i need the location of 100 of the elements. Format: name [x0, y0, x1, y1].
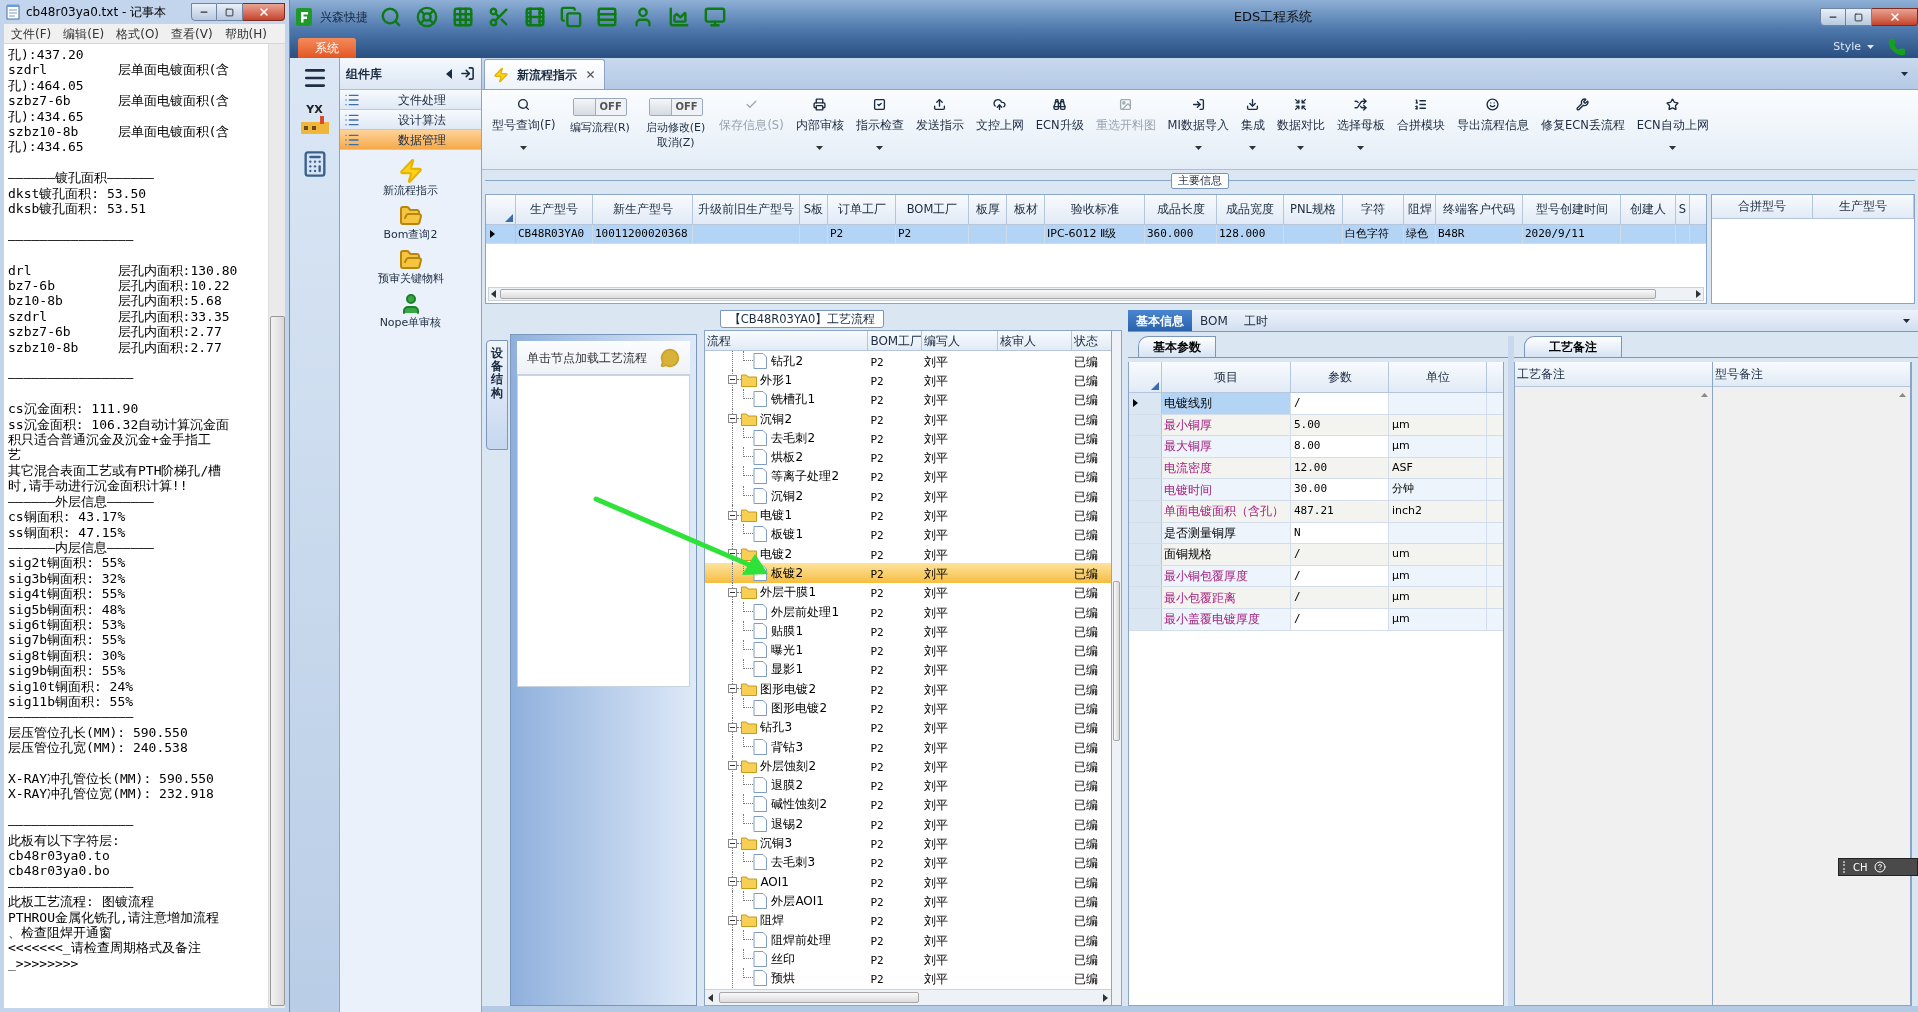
tool-item[interactable]: Nope单审核	[379, 292, 442, 330]
menu-item[interactable]: 帮助(H)	[219, 24, 272, 43]
collapse-icon[interactable]	[728, 915, 738, 925]
column-header[interactable]: 创建人	[1621, 195, 1676, 224]
tree-row[interactable]: 阻焊前处理 P2 刘平 已编	[705, 929, 1112, 950]
menu-item[interactable]: 查看(V)	[166, 24, 218, 43]
toggle-switch[interactable]: OFF	[572, 98, 627, 116]
column-header[interactable]: 新生产型号	[593, 195, 693, 224]
column-header[interactable]: 板厚	[969, 195, 1007, 224]
tool-item[interactable]: Bom查询2	[383, 204, 438, 242]
column-header[interactable]: 成品宽度	[1217, 195, 1284, 224]
tree-row[interactable]: 沉铜2 P2 刘平 已编	[705, 486, 1112, 506]
column-header[interactable]: 订单工厂	[828, 195, 896, 224]
tree-row[interactable]: 外形1 P2 刘平 已编	[705, 370, 1112, 390]
scissors-icon[interactable]	[488, 6, 510, 28]
table-row[interactable]: CB48R03YA0 10011200020368 P2 P2 IPC-6012 Ⅱ级 360.000 128.000 白色字符 绿色 B48R 2020/9/11	[486, 225, 1706, 244]
collapse-icon[interactable]	[728, 510, 738, 520]
tree-row[interactable]: 曝光1 P2 刘平 已编	[705, 640, 1112, 660]
ribbon-button[interactable]: ECN自动上网	[1630, 98, 1715, 164]
scrollbar[interactable]	[268, 44, 285, 1008]
ribbon-button[interactable]: 修复ECN丢流程	[1534, 98, 1631, 164]
tree-row[interactable]: 等离子处理2 P2 刘平 已编	[705, 466, 1112, 487]
copy-icon[interactable]	[560, 6, 582, 28]
tab[interactable]: 工时	[1235, 310, 1276, 331]
tree-row[interactable]: 钻孔2 P2 刘平 已编	[705, 351, 1112, 371]
column-header[interactable]: 字符	[1343, 195, 1404, 224]
toggle-switch[interactable]: OFF	[648, 98, 703, 116]
tab[interactable]: 基本信息	[1128, 310, 1192, 331]
tree-row[interactable]: 显影1 P2 刘平 已编	[705, 659, 1112, 680]
collapse-icon[interactable]	[728, 722, 738, 732]
film-icon[interactable]	[524, 6, 546, 28]
column-header[interactable]: 单位	[1389, 362, 1487, 392]
ribbon-button[interactable]: 内部审核	[789, 98, 850, 164]
collapse-icon[interactable]	[728, 587, 738, 597]
column-header[interactable]: 成品长度	[1145, 195, 1217, 224]
ribbon-button[interactable]: ECN升级	[1029, 98, 1090, 164]
horizontal-scrollbar[interactable]	[705, 989, 1112, 1005]
collapse-left-icon[interactable]	[446, 68, 452, 79]
tree-row[interactable]: 退锡2 P2 刘平 已编	[705, 814, 1112, 834]
scroll-left-icon[interactable]	[708, 993, 714, 1002]
panel-tab[interactable]: 基本参数	[1138, 336, 1216, 357]
grid-icon[interactable]	[452, 6, 474, 28]
tree-row[interactable]: 铣槽孔1 P2 刘平 已编	[705, 389, 1112, 409]
close-button[interactable]	[243, 3, 285, 21]
menu-item[interactable]: 格式(O)	[111, 24, 165, 43]
column-header[interactable]: 生产型号	[516, 195, 593, 224]
tree-row[interactable]: 沉铜2 P2 刘平 已编	[705, 408, 1112, 429]
tree-row[interactable]: 钻孔3 P2 刘平 已编	[705, 717, 1112, 737]
collapse-icon[interactable]	[728, 549, 738, 559]
tree-row[interactable]: 背钻3 P2 刘平 已编	[705, 736, 1112, 757]
tree-row[interactable]: 沉铜3 P2 刘平 已编	[705, 833, 1112, 853]
column-header[interactable]: 工艺备注	[1517, 365, 1565, 383]
tree-row[interactable]: 电镀1 P2 刘平 已编	[705, 505, 1112, 525]
column-header[interactable]: 合拼型号	[1712, 195, 1813, 218]
column-header[interactable]: 阻焊	[1404, 195, 1436, 224]
tree-row[interactable]: 碱性蚀刻2 P2 刘平 已编	[705, 794, 1112, 815]
lifebuoy-icon[interactable]	[416, 6, 438, 28]
column-header[interactable]: BOM工厂	[896, 195, 969, 224]
collapse-icon[interactable]	[728, 375, 738, 385]
scroll-right-icon[interactable]	[1696, 290, 1701, 298]
category-item[interactable]: 设计算法	[340, 110, 481, 130]
tree-row[interactable]: 图形电镀2 P2 刘平 已编	[705, 679, 1112, 699]
ribbon-button[interactable]: 数据对比	[1270, 98, 1331, 164]
tree-row[interactable]: 阻焊 P2 刘平 已编	[705, 910, 1112, 930]
tree-row[interactable]: 板镀1 P2 刘平 已编	[705, 524, 1112, 544]
pin-icon[interactable]	[460, 66, 475, 81]
tree-row[interactable]: 丝印 P2 刘平 已编	[705, 949, 1112, 969]
ribbon-button[interactable]: 导出流程信息	[1450, 98, 1535, 164]
scroll-up-icon[interactable]	[1701, 393, 1708, 397]
search-icon[interactable]	[380, 6, 402, 28]
collapse-icon[interactable]	[728, 761, 738, 771]
column-header[interactable]: 板材	[1007, 195, 1045, 224]
panel-tab[interactable]: 工艺备注	[1524, 336, 1622, 357]
scroll-left-icon[interactable]	[491, 290, 496, 298]
close-icon[interactable]	[585, 69, 596, 80]
collapse-icon[interactable]	[728, 684, 738, 694]
collapse-icon[interactable]	[728, 414, 738, 424]
column-header[interactable]: 型号创建时间	[1523, 195, 1621, 224]
tab[interactable]: BOM	[1192, 310, 1236, 331]
user-icon[interactable]	[632, 6, 654, 28]
language-indicator[interactable]: CH	[1853, 859, 1868, 875]
ribbon-button[interactable]: 指示检查	[849, 98, 910, 164]
ribbon-button[interactable]: MI数据导入	[1161, 98, 1235, 164]
tree-row[interactable]: 烘板2 P2 刘平 已编	[705, 447, 1112, 467]
category-item[interactable]: 数据管理	[340, 130, 481, 150]
tool-item[interactable]: 新流程指示	[383, 158, 438, 198]
column-header[interactable]: 参数	[1291, 362, 1389, 392]
scroll-right-icon[interactable]	[1103, 993, 1109, 1002]
column-header[interactable]: 项目	[1162, 362, 1291, 392]
vertical-scrollbar[interactable]	[1112, 330, 1122, 1006]
minimize-button[interactable]	[191, 3, 217, 21]
tree-row[interactable]: 外层干膜1 P2 刘平 已编	[705, 582, 1112, 602]
ribbon-button[interactable]: 文控上网	[969, 98, 1030, 164]
tree-row[interactable]: 去毛刺2 P2 刘平 已编	[705, 428, 1112, 448]
close-button[interactable]	[1872, 8, 1918, 26]
tree-row[interactable]: 外层AOI1 P2 刘平 已编	[705, 891, 1112, 911]
tree-row[interactable]: 预烘 P2 刘平 已编	[705, 968, 1112, 988]
column-header[interactable]: 核审人	[998, 331, 1073, 350]
tool-item[interactable]: 预审关键物料	[377, 248, 444, 286]
ribbon-button[interactable]: 发送指示	[909, 98, 970, 164]
